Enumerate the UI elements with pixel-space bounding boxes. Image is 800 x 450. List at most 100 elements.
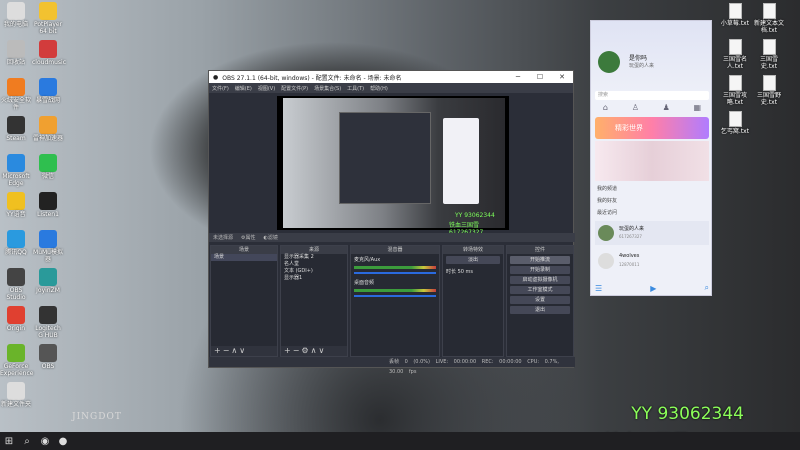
desktop-icon[interactable]: Microsoft Edge [0, 152, 32, 190]
desktop-file-icon[interactable]: 三国雪名人.txt [718, 36, 752, 74]
avatar[interactable] [598, 51, 620, 73]
desktop-icon[interactable]: Steam [0, 114, 32, 152]
group-recent[interactable]: 最近访问 [597, 209, 617, 216]
search-input[interactable]: 搜索 [595, 91, 709, 100]
group-my-channels[interactable]: 我的频道 [597, 185, 617, 192]
desktop-icon[interactable]: 回收站 [0, 38, 32, 76]
desktop-icon[interactable]: OBS Studio [0, 266, 32, 304]
source-settings-button[interactable]: ⚙ [301, 346, 310, 355]
menu-tools[interactable]: 工具(T) [347, 85, 364, 92]
edge-icon[interactable]: ◉ [36, 432, 54, 450]
desktop-icon[interactable]: 微信 [32, 152, 64, 190]
contact-icon[interactable]: ♙ [632, 103, 639, 115]
duration-value[interactable]: 50 ms [458, 269, 473, 275]
group-my-friends[interactable]: 我的好友 [597, 197, 617, 204]
menu-scene-collection[interactable]: 场景集合(S) [314, 85, 341, 92]
yy-overlay-text: YY 93062344 [631, 404, 744, 424]
menu-profile[interactable]: 配置文件(P) [281, 85, 308, 92]
qq-promo-banner[interactable]: 精彩世界 [595, 117, 709, 139]
desktop-icon[interactable]: 暴雪战网 [32, 76, 64, 114]
obs-icon[interactable]: ● [54, 432, 72, 450]
menu-edit[interactable]: 编辑(E) [235, 85, 252, 92]
apps-icon[interactable]: ▦ [694, 103, 702, 115]
add-scene-button[interactable]: + [214, 346, 223, 355]
desktop-file-icon[interactable]: 乞丐窝.txt [718, 108, 752, 146]
list-item[interactable]: 玩蛋的人来 617267327 [595, 221, 709, 245]
desktop-file-icon[interactable]: 新建文本文档.txt [752, 0, 786, 38]
list-item[interactable]: 4wolves 12870011 [595, 249, 709, 273]
exit-button[interactable]: 退出 [510, 306, 570, 314]
menu-file[interactable]: 文件(F) [212, 85, 229, 92]
obs-preview[interactable]: YY 93062344 铁血三国雪 617267327 [277, 96, 509, 236]
qq-nickname[interactable]: 是你吗 [629, 53, 647, 62]
app-icon [39, 192, 57, 210]
desktop-file-icon[interactable]: 三国雪野史.txt [752, 72, 786, 110]
search-icon[interactable]: ⌕ [705, 283, 709, 293]
studio-mode-button[interactable]: 工作室模式 [510, 286, 570, 294]
desktop-icon[interactable]: cloudmusic [32, 38, 66, 76]
mixer-dock: 混音器 麦克风/Aux 桌面音频 [350, 245, 440, 357]
source-item[interactable]: 名人堂 [281, 261, 347, 268]
add-source-button[interactable]: + [284, 346, 293, 355]
desktop-icon[interactable]: 我的电脑 [0, 0, 32, 38]
virtual-camera-button[interactable]: 启动虚拟摄像机 [510, 276, 570, 284]
desktop-icon[interactable]: Origin [0, 304, 32, 342]
desktop-file-icon[interactable]: 三国雪攻略.txt [718, 72, 752, 110]
desktop-file-icon[interactable]: 三国雪史.txt [752, 36, 786, 74]
preview-capture [283, 98, 505, 228]
maximize-button[interactable]: ☐ [529, 73, 551, 81]
desktop-icon[interactable]: YY语音 [0, 190, 32, 228]
contact-name: 4wolves [619, 253, 640, 259]
text-file-icon [728, 3, 742, 19]
desktop-icon[interactable]: GeForce Experience [0, 342, 33, 380]
transition-duration: 时长 50 ms [443, 266, 503, 277]
home-icon[interactable]: ⌂ [603, 103, 608, 115]
video-icon[interactable]: ▶ [650, 284, 656, 293]
filters-button[interactable]: ◐滤镜 [264, 234, 278, 241]
desktop-icon[interactable]: 腾讯QQ [0, 228, 32, 266]
windows-icon[interactable]: ⊞ [0, 432, 18, 450]
desktop-icon[interactable]: MuMu模拟器 [32, 228, 64, 266]
desktop-icon-label: 暴雪战网 [35, 97, 60, 104]
menu-icon[interactable]: ☰ [595, 284, 602, 293]
app-icon [7, 382, 25, 400]
desktop-icon[interactable]: OBS [32, 342, 64, 380]
start-streaming-button[interactable]: 开始推流 [510, 256, 570, 264]
group-icon[interactable]: ♟ [663, 103, 670, 115]
menu-view[interactable]: 视图(V) [258, 85, 275, 92]
desktop-icon[interactable]: JoyinZM [32, 266, 64, 304]
contact-id: 12870011 [619, 262, 640, 267]
desktop-file-label: 小草莓.txt [720, 20, 750, 27]
desktop-icon[interactable]: PotPlayer 64 bit [32, 0, 64, 38]
search-icon[interactable]: ⌕ [18, 432, 36, 450]
desktop-icon[interactable]: 雷神加速器 [32, 114, 64, 152]
desktop-volume-slider[interactable] [354, 295, 436, 297]
desktop-icon[interactable]: Listen1 [32, 190, 64, 228]
menu-help[interactable]: 帮助(H) [370, 85, 388, 92]
source-item[interactable]: 文本 (GDI+) [281, 268, 347, 275]
desktop-icon[interactable]: Logitech G HUB [32, 304, 64, 342]
desktop-file-icon[interactable]: 小草莓.txt [718, 0, 752, 38]
desktop-icon-label: 雷神加速器 [32, 135, 63, 142]
qq-signature[interactable]: 玩蛋的人来 [629, 62, 654, 69]
app-icon [39, 40, 57, 58]
minimize-button[interactable]: ─ [507, 73, 529, 81]
source-item[interactable]: 显示器采集 2 [281, 254, 347, 261]
transition-select[interactable]: 淡出 [446, 256, 500, 264]
settings-button[interactable]: 设置 [510, 296, 570, 304]
scene-down-button[interactable]: ∨ [239, 346, 247, 355]
qq-promo-image[interactable] [595, 141, 709, 181]
desktop-icon[interactable]: 火绒安全软件 [0, 76, 32, 114]
scene-item[interactable]: 场景 [211, 254, 277, 261]
source-down-button[interactable]: ∨ [318, 346, 326, 355]
desktop-icon-label: 微信 [41, 173, 54, 180]
desktop-icon[interactable]: 新建文件夹 [0, 380, 32, 418]
properties-button[interactable]: ⚙属性 [241, 234, 256, 241]
desktop-icon-label: YY语音 [6, 211, 26, 218]
close-button[interactable]: ✕ [551, 73, 573, 81]
start-recording-button[interactable]: 开始录制 [510, 266, 570, 274]
taskbar: ⊞ ⌕ ◉ ● [0, 432, 800, 450]
mic-volume-slider[interactable] [354, 272, 436, 274]
app-icon [7, 116, 25, 134]
source-item[interactable]: 显示器1 [281, 275, 347, 282]
